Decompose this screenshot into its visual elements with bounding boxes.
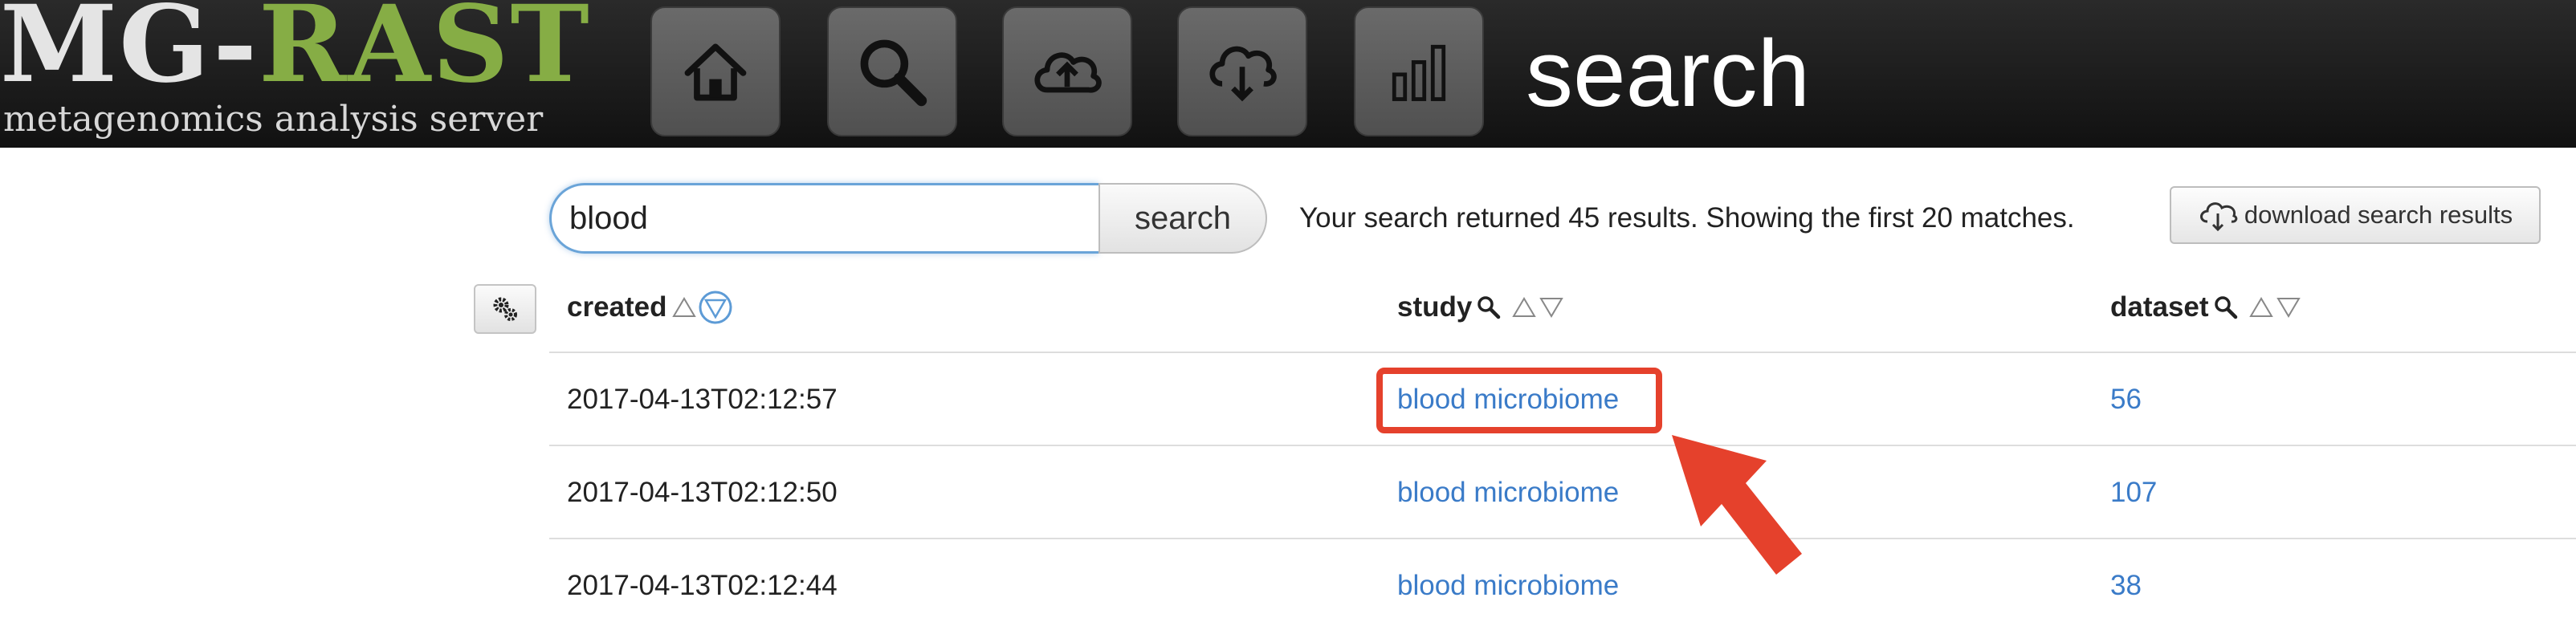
analysis-button[interactable]: [1354, 6, 1484, 136]
created-cell: 2017-04-13T02:12:57: [567, 384, 838, 415]
upload-cloud-icon: [1034, 52, 1102, 93]
column-label-dataset: dataset: [2110, 291, 2209, 323]
result-summary: Your search returned 45 results. Showing…: [1299, 202, 2075, 234]
bar-chart-icon: [1392, 44, 1446, 101]
search-icon: [860, 39, 927, 107]
logo-subtitle: metagenomics analysis server: [3, 99, 544, 140]
logo-main-text: MG-: [0, 0, 259, 107]
sort-descending-icon[interactable]: [2275, 294, 2302, 321]
search-nav-button[interactable]: [827, 6, 957, 136]
top-navigation-bar: MG-RAST metagenomics analysis server sea…: [0, 0, 2576, 148]
download-nav-button[interactable]: [1177, 6, 1307, 136]
column-header-dataset: dataset: [2110, 287, 2302, 327]
created-cell: 2017-04-13T02:12:50: [567, 477, 838, 508]
column-header-study: study: [1397, 287, 1565, 327]
column-header-created: created: [567, 287, 733, 327]
created-cell: 2017-04-13T02:12:44: [567, 570, 838, 601]
sort-descending-active-icon[interactable]: [698, 290, 733, 325]
download-results-button[interactable]: download search results: [2170, 186, 2541, 244]
dataset-link[interactable]: 56: [2110, 382, 2142, 417]
row-divider: [549, 538, 2576, 539]
column-label-study: study: [1397, 291, 1473, 323]
logo-wordmark: MG-RAST: [0, 0, 591, 101]
search-icon[interactable]: [1475, 294, 1502, 321]
home-button[interactable]: [650, 6, 781, 136]
column-label-created: created: [567, 291, 667, 323]
mg-rast-logo[interactable]: MG-RAST metagenomics analysis server: [0, 0, 589, 148]
study-link[interactable]: blood microbiome: [1397, 568, 1619, 604]
search-icon[interactable]: [2212, 294, 2240, 321]
sort-ascending-icon[interactable]: [2248, 294, 2275, 321]
page-title: search: [1526, 21, 1811, 127]
download-results-label: download search results: [2244, 201, 2513, 229]
logo-accent-text: RAST: [259, 0, 591, 107]
dataset-link[interactable]: 107: [2110, 475, 2157, 510]
search-input[interactable]: [549, 183, 1098, 254]
download-cloud-icon: [2199, 202, 2238, 231]
study-link[interactable]: blood microbiome: [1397, 475, 1619, 510]
table-settings-button[interactable]: [474, 284, 536, 334]
highlight-box: [1376, 368, 1662, 433]
download-cloud-icon: [1209, 46, 1277, 102]
sort-ascending-icon[interactable]: [1510, 294, 1538, 321]
dataset-link[interactable]: 38: [2110, 568, 2142, 604]
search-button[interactable]: search: [1098, 183, 1267, 254]
home-icon: [684, 43, 747, 101]
row-divider: [549, 445, 2576, 446]
sort-ascending-icon[interactable]: [670, 294, 698, 321]
sort-descending-icon[interactable]: [1538, 294, 1565, 321]
header-divider: [549, 352, 2576, 353]
pointer-arrow-icon: [1672, 435, 1802, 575]
upload-button[interactable]: [1002, 6, 1132, 136]
gears-icon: [493, 297, 517, 321]
